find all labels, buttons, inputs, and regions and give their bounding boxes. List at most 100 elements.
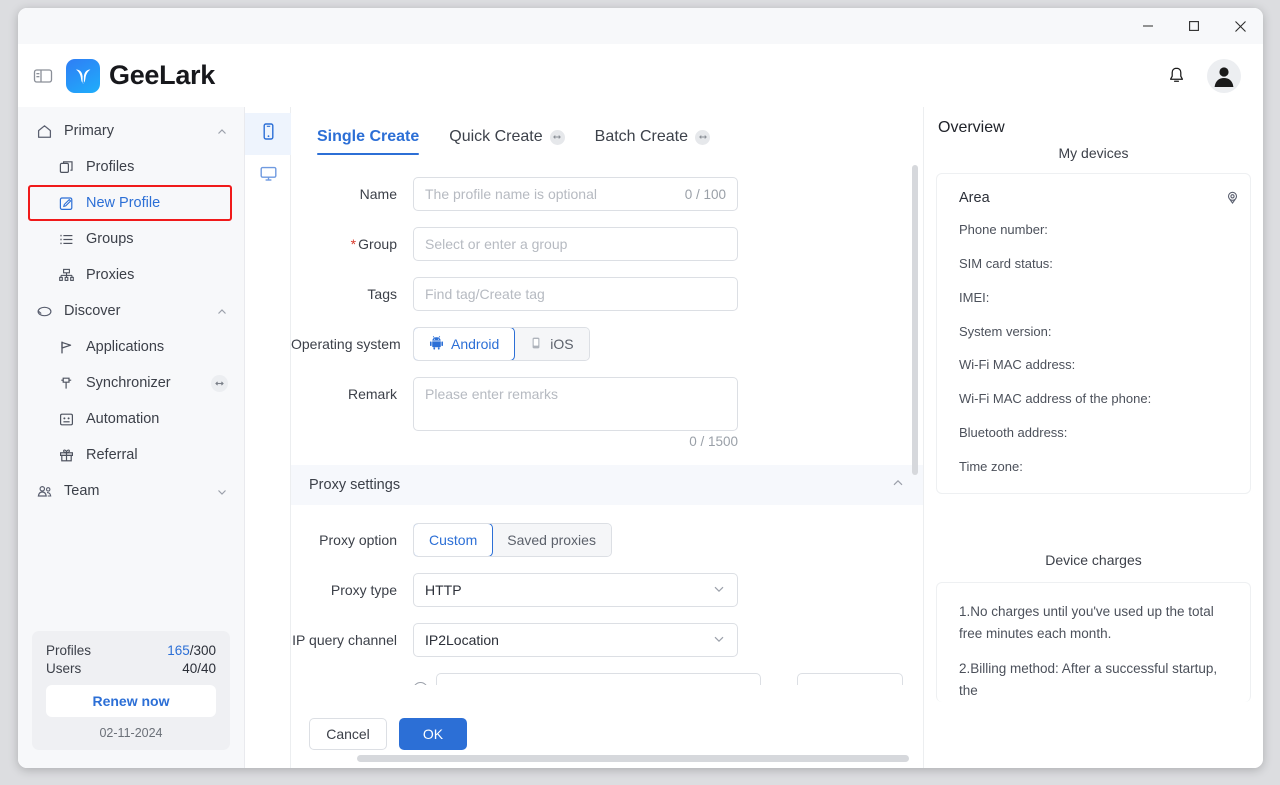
sidebar-item-label: Profiles [86,159,135,175]
field-clipped-row [291,673,923,685]
sidebar-item-label: Groups [86,231,134,247]
quota-card: Profiles 165/300 Users 40/40 Renew now 0… [32,631,230,750]
sidebar-item-referral[interactable]: Referral [18,437,244,473]
rail-item-phone[interactable] [245,113,291,155]
tab-batch-create[interactable]: Batch Create [595,128,711,155]
device-field: Phone number: [959,222,1048,237]
sidebar-group-discover[interactable]: Discover [18,293,244,329]
proxy-option-label: Custom [429,532,478,548]
charge-note: 1.No charges until you've used up the to… [959,603,1214,641]
os-option-ios[interactable]: iOS [514,328,589,360]
close-button[interactable] [1217,8,1263,44]
field-ip-query-channel: IP query channel IP2Location [291,623,923,657]
sidebar-item-synchronizer[interactable]: Synchronizer [18,365,244,401]
os-segmented-control: Android iOS [413,327,590,361]
apps-icon [58,339,75,356]
device-field: Wi-Fi MAC address: [959,357,1076,373]
overview-title: Overview [938,119,1005,136]
field-remark: Remark Please enter remarks 0 / 1500 [291,377,923,449]
app-body: Primary Profiles New Profile Groups Prox… [18,107,1263,768]
device-field: SIM card status: [959,255,1053,271]
avatar[interactable] [1207,58,1241,93]
proxy-option-saved[interactable]: Saved proxies [492,524,611,556]
cancel-button[interactable]: Cancel [309,718,387,750]
name-input[interactable]: The profile name is optional 0 / 100 [413,177,738,211]
sidebar-item-profiles[interactable]: Profiles [18,149,244,185]
device-field: Time zone: [959,458,1023,474]
edit-square-icon [58,195,75,212]
proxy-settings-title: Proxy settings [309,477,401,493]
app-header: GeeLark [18,44,1263,107]
panel-toggle-icon[interactable] [32,65,54,87]
rail-item-desktop[interactable] [245,155,291,197]
tab-quick-create[interactable]: Quick Create [449,128,565,155]
sidebar-item-groups[interactable]: Groups [18,221,244,257]
automation-icon [58,411,75,428]
group-input[interactable]: Select or enter a group [413,227,738,261]
network-icon [58,267,75,284]
title-bar [18,8,1263,44]
tab-single-create[interactable]: Single Create [317,128,420,155]
name-counter: 0 / 100 [684,186,726,202]
sidebar-item-new-profile[interactable]: New Profile [18,185,244,221]
clipped-input[interactable] [436,673,761,685]
field-tags: Tags Find tag/Create tag [291,277,923,311]
quota-users-value: 40/40 [182,661,216,676]
ok-button[interactable]: OK [399,718,467,750]
device-field: System version: [959,323,1052,339]
field-label: IP query channel [292,632,397,648]
field-label: Remark [347,386,397,402]
location-pin-icon[interactable] [1225,190,1240,210]
list-icon [58,231,75,248]
geelark-logo-icon [66,58,100,93]
vertical-scrollbar[interactable] [912,165,918,475]
maximize-button[interactable] [1171,8,1217,44]
quota-profiles-row: Profiles 165/300 [46,643,216,658]
sidebar-group-team[interactable]: Team [18,473,244,509]
my-devices-heading: My devices [1058,145,1129,161]
tags-input[interactable]: Find tag/Create tag [413,277,738,311]
quota-profiles-used: 165 [167,643,190,658]
area-label: Area [959,190,990,206]
proxy-option-segmented-control: Custom Saved proxies [413,523,612,557]
arrows-icon [695,129,711,145]
proxy-option-label: Saved proxies [507,532,596,548]
field-label: Name [359,186,397,202]
bell-icon[interactable] [1159,59,1193,93]
sidebar-item-proxies[interactable]: Proxies [18,257,244,293]
ip-query-channel-select[interactable]: IP2Location [413,623,738,657]
sidebar-item-label: Synchronizer [86,375,171,391]
proxy-option-custom[interactable]: Custom [413,524,494,556]
android-icon [429,335,444,353]
remark-placeholder: Please enter remarks [425,386,559,402]
sidebar-group-label: Discover [64,303,121,319]
sidebar-group-primary[interactable]: Primary [18,113,244,149]
renew-now-button[interactable]: Renew now [46,685,216,717]
sync-icon [58,375,75,392]
quota-profiles-label: Profiles [46,643,92,658]
form-scroll-area: Name The profile name is optional 0 / 10… [291,155,923,706]
device-field: Wi-Fi MAC address of the phone: [959,391,1152,407]
tags-input-placeholder: Find tag/Create tag [425,286,545,302]
field-group: * Group Select or enter a group [291,227,923,261]
remark-counter: 0 / 1500 [689,434,738,449]
minimize-button[interactable] [1125,8,1171,44]
sidebar-item-label: New Profile [86,195,161,211]
sidebar-item-label: Applications [86,339,165,355]
radio-icon[interactable] [413,682,428,685]
proxy-type-select[interactable]: HTTP [413,573,738,607]
tab-label: Single Create [317,128,420,145]
remark-textarea[interactable]: Please enter remarks [413,377,738,431]
quota-users-row: Users 40/40 [46,661,216,676]
chevron-up-icon[interactable] [891,476,905,494]
field-label: * Group [291,227,413,261]
os-option-android[interactable]: Android [413,328,516,360]
sidebar-item-automation[interactable]: Automation [18,401,244,437]
horizontal-scrollbar[interactable] [357,755,909,762]
device-charges-heading: Device charges [1045,551,1142,568]
proxy-settings-header[interactable]: Proxy settings [291,465,923,505]
sidebar-item-applications[interactable]: Applications [18,329,244,365]
field-name: Name The profile name is optional 0 / 10… [291,177,923,211]
clipped-button[interactable] [797,673,903,685]
device-type-rail [245,107,291,768]
